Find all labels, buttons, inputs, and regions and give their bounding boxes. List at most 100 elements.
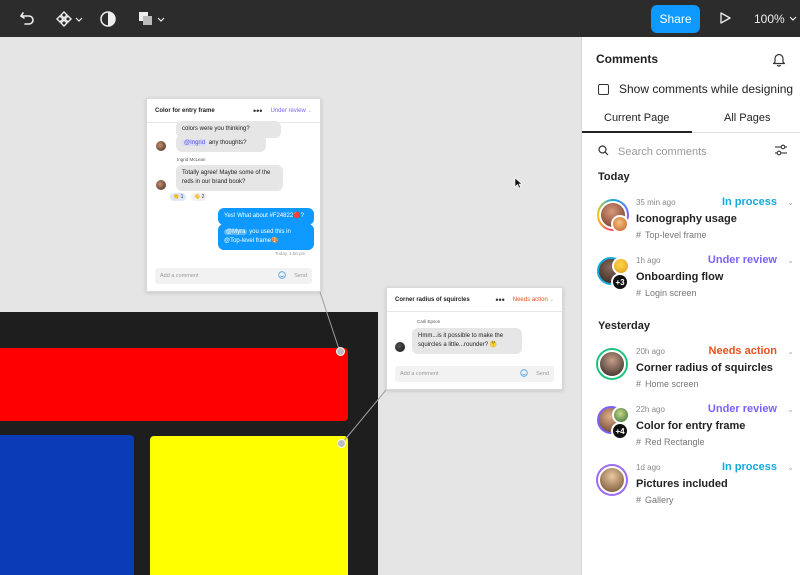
red-rectangle[interactable] xyxy=(0,348,348,421)
comment-list-item[interactable]: +3 1h ago Under review ⌄ Onboarding flow… xyxy=(582,254,800,312)
active-tab-indicator xyxy=(582,131,692,133)
avatar xyxy=(395,342,405,352)
more-options-icon[interactable]: ••• xyxy=(495,295,504,305)
shapes-icon[interactable] xyxy=(137,8,167,29)
page-tabs: Current Page All Pages xyxy=(582,107,800,133)
card-title: Color for entry frame xyxy=(155,107,215,114)
message-bubble-own: @Myra you used this in @Top-level frame🎨 xyxy=(218,224,314,250)
reaction-chip[interactable]: 👋 2 xyxy=(191,193,208,201)
comment-title: Color for entry frame xyxy=(636,420,746,432)
more-options-icon[interactable]: ••• xyxy=(253,106,262,116)
comment-time: 22h ago xyxy=(636,405,665,414)
avatar xyxy=(611,215,629,233)
chevron-down-icon[interactable]: ⌄ xyxy=(787,405,794,414)
hash-icon: # xyxy=(636,379,642,389)
message-bubble: @Ingrid any thoughts? xyxy=(176,135,266,152)
blue-rectangle[interactable] xyxy=(0,435,134,575)
comment-input[interactable]: Add a comment Send xyxy=(395,366,554,382)
status-badge[interactable]: Under review xyxy=(708,403,777,415)
status-badge[interactable]: In process xyxy=(722,461,777,473)
card-header: Corner radius of squircles ••• Needs act… xyxy=(387,288,562,312)
comment-title: Pictures included xyxy=(636,478,728,490)
message-bubble: Hmm...is it possible to make the squircl… xyxy=(412,328,522,354)
comment-frame: # Login screen xyxy=(636,288,697,298)
move-tool-icon[interactable] xyxy=(17,8,37,29)
components-icon[interactable] xyxy=(55,8,85,29)
yellow-rectangle[interactable] xyxy=(150,436,348,575)
comment-frame: # Top-level frame xyxy=(636,230,707,240)
status-badge[interactable]: Under review xyxy=(708,254,777,266)
section-heading: Today xyxy=(598,171,630,183)
author-name: Ingrid McLean xyxy=(177,157,206,162)
avatar xyxy=(598,350,626,378)
search-icon xyxy=(598,143,609,161)
hash-icon: # xyxy=(636,437,642,447)
zoom-label: 100% xyxy=(754,12,785,26)
chevron-down-icon[interactable]: ⌄ xyxy=(787,347,794,356)
design-canvas[interactable]: Color for entry frame ••• Under review ⌄… xyxy=(0,37,581,575)
chevron-down-icon: ⌄ xyxy=(549,296,554,303)
avatar xyxy=(156,180,166,190)
comment-list-item[interactable]: 35 min ago In process ⌄ Iconography usag… xyxy=(582,196,800,254)
comment-pin[interactable] xyxy=(336,347,345,356)
contrast-icon[interactable] xyxy=(99,8,117,29)
card-status-dropdown[interactable]: Under review xyxy=(270,108,305,114)
emoji-icon[interactable] xyxy=(278,271,286,281)
comment-time: 1h ago xyxy=(636,256,661,265)
zoom-dropdown[interactable]: 100% xyxy=(754,12,797,26)
show-comments-label: Show comments while designing xyxy=(619,82,794,96)
status-badge[interactable]: In process xyxy=(722,196,777,208)
comment-list-item[interactable]: +4 22h ago Under review ⌄ Color for entr… xyxy=(582,403,800,461)
emoji-icon[interactable] xyxy=(520,369,528,379)
participant-count-badge: +4 xyxy=(611,422,629,440)
search-bar[interactable]: Search comments xyxy=(598,144,788,160)
send-button[interactable]: Send xyxy=(536,371,549,377)
card-status-dropdown[interactable]: Needs action xyxy=(513,297,548,303)
hash-icon: # xyxy=(636,288,642,298)
comment-list-item[interactable]: 20h ago Needs action ⌄ Corner radius of … xyxy=(582,345,800,403)
hash-icon: # xyxy=(636,230,642,240)
share-button[interactable]: Share xyxy=(651,5,700,33)
chevron-down-icon[interactable]: ⌄ xyxy=(787,198,794,207)
timestamp: Today, 1:50 pm xyxy=(275,251,306,256)
message-bubble-own: Yes! What about #F24822🔴? xyxy=(218,208,314,225)
reaction-chip[interactable]: 👏 1 xyxy=(170,193,187,201)
comment-input-placeholder: Add a comment xyxy=(400,371,439,377)
chevron-down-icon[interactable]: ⌄ xyxy=(787,463,794,472)
avatar xyxy=(156,141,166,151)
top-toolbar: Share 100% xyxy=(0,0,800,37)
comment-title: Corner radius of squircles xyxy=(636,362,773,374)
status-badge[interactable]: Needs action xyxy=(709,345,777,357)
comment-frame: # Red Rectangle xyxy=(636,437,705,447)
bell-icon[interactable] xyxy=(772,52,786,72)
tab-current-page[interactable]: Current Page xyxy=(604,112,669,124)
chevron-down-icon xyxy=(789,16,797,21)
filter-icon[interactable] xyxy=(774,143,788,161)
comments-panel: Comments Show comments while designing C… xyxy=(581,37,800,575)
tab-all-pages[interactable]: All Pages xyxy=(724,112,770,124)
participant-count-badge: +3 xyxy=(611,273,629,291)
play-icon[interactable] xyxy=(718,11,732,30)
comment-thread-card: Color for entry frame ••• Under review ⌄… xyxy=(146,98,321,292)
avatar xyxy=(598,466,626,494)
show-comments-toggle[interactable]: Show comments while designing xyxy=(598,82,793,96)
show-comments-checkbox[interactable] xyxy=(598,83,609,95)
comment-list-item[interactable]: 1d ago In process ⌄ Pictures included # G… xyxy=(582,461,800,519)
comment-thread-card: Corner radius of squircles ••• Needs act… xyxy=(386,287,563,390)
comment-input-placeholder: Add a comment xyxy=(160,273,199,279)
send-button[interactable]: Send xyxy=(294,273,307,279)
comment-time: 35 min ago xyxy=(636,198,676,207)
comment-frame: # Home screen xyxy=(636,379,699,389)
search-input[interactable]: Search comments xyxy=(618,146,774,158)
message-bubble: Totally agree! Maybe some of the reds in… xyxy=(176,165,283,191)
card-header: Color for entry frame ••• Under review ⌄ xyxy=(147,99,320,123)
comment-input[interactable]: Add a comment Send xyxy=(155,268,312,284)
chevron-down-icon[interactable]: ⌄ xyxy=(787,256,794,265)
comment-title: Onboarding flow xyxy=(636,271,724,283)
panel-title: Comments xyxy=(596,52,659,66)
comment-pin[interactable] xyxy=(337,439,346,448)
comment-time: 20h ago xyxy=(636,347,665,356)
comment-frame: # Gallery xyxy=(636,495,674,505)
chevron-down-icon: ⌄ xyxy=(307,107,312,114)
comment-time: 1d ago xyxy=(636,463,661,472)
